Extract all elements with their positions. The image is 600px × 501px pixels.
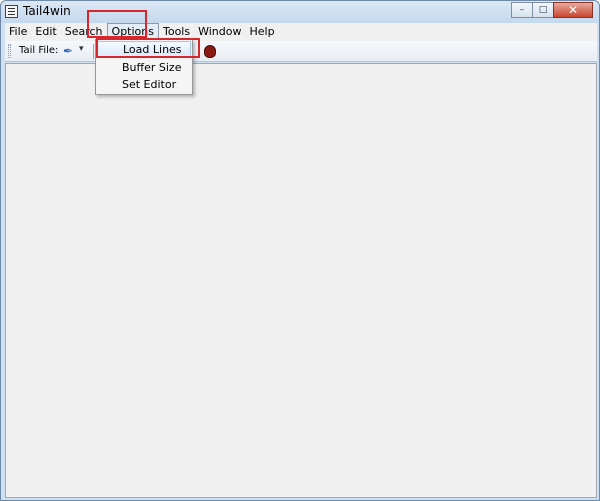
app-window: Tail4win – □ ✕ File Edit Search Options … (0, 0, 600, 501)
feather-icon[interactable]: ✒ (61, 44, 75, 58)
menu-window[interactable]: Window (194, 23, 245, 41)
close-button[interactable]: ✕ (553, 2, 593, 18)
minimize-button[interactable]: – (511, 2, 533, 18)
menu-edit[interactable]: Edit (31, 23, 60, 41)
bug-icon[interactable] (204, 45, 216, 58)
menu-file[interactable]: File (5, 23, 31, 41)
tail-file-label: Tail File: (19, 45, 59, 56)
menu-item-load-lines[interactable]: Load Lines (97, 41, 191, 58)
main-content-area (5, 63, 597, 498)
window-controls: – □ ✕ (511, 2, 593, 18)
menu-item-buffer-size[interactable]: Buffer Size (97, 59, 191, 76)
chevron-down-icon[interactable]: ▾ (79, 44, 84, 54)
options-dropdown-menu: Load Lines Buffer Size Set Editor (95, 39, 193, 95)
app-icon[interactable] (5, 5, 18, 18)
toolbar-grip[interactable] (8, 44, 11, 58)
maximize-button[interactable]: □ (532, 2, 554, 18)
menu-bar: File Edit Search Options Tools Window He… (5, 23, 597, 41)
menu-help[interactable]: Help (245, 23, 278, 41)
toolbar-separator (93, 44, 94, 59)
toolbar: Tail File: ✒ ▾ (5, 41, 597, 62)
menu-item-set-editor[interactable]: Set Editor (97, 76, 191, 93)
title-bar[interactable]: Tail4win – □ ✕ (1, 1, 599, 23)
window-title: Tail4win (23, 4, 71, 18)
